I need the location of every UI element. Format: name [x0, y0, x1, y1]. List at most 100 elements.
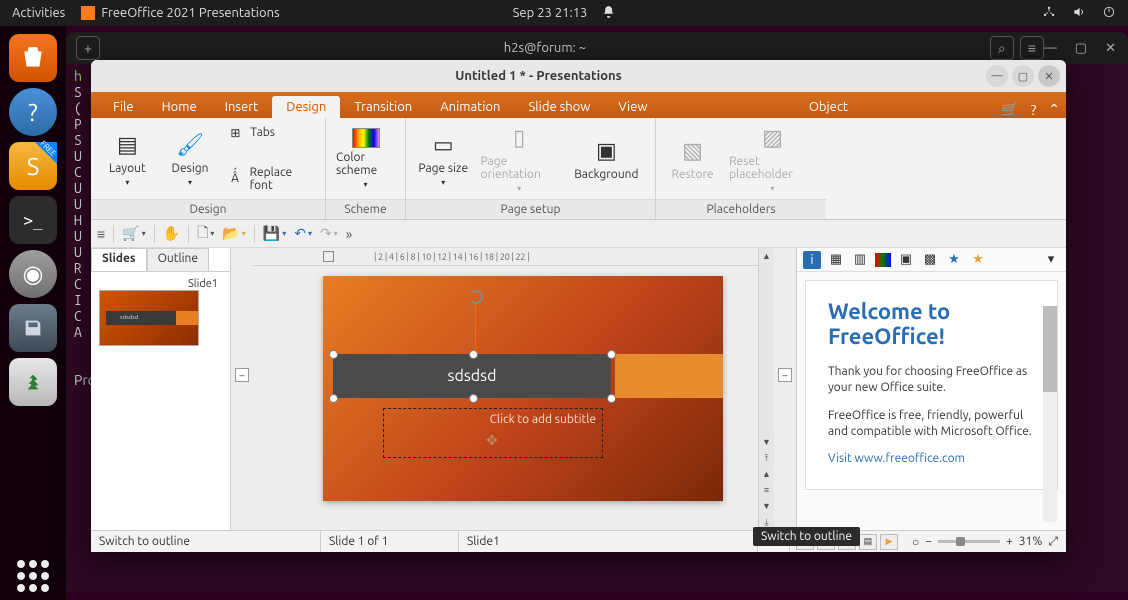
zoom-fit-icon[interactable]: ○: [912, 535, 919, 549]
tab-transition[interactable]: Transition: [340, 96, 426, 118]
dock-save[interactable]: [9, 304, 57, 352]
selection-handle[interactable]: [469, 350, 478, 359]
rotate-handle[interactable]: [469, 290, 483, 304]
dock-presentations[interactable]: SFREE: [9, 142, 57, 190]
scroll-up-icon[interactable]: ▲: [759, 248, 774, 264]
qat-open-icon[interactable]: 📂▾: [222, 225, 245, 242]
media-tab-icon[interactable]: ▣: [897, 251, 915, 269]
tab-animation[interactable]: Animation: [426, 96, 514, 118]
qat-cart-icon[interactable]: 🛒▾: [122, 225, 145, 242]
layout-tab-icon[interactable]: ▥: [851, 251, 869, 269]
editor-gutter-left: –: [231, 248, 253, 530]
color-scheme-button[interactable]: Color scheme▾: [336, 128, 395, 189]
reset-placeholder-button[interactable]: ▨Reset placeholder▾: [729, 124, 816, 193]
star-blue-icon[interactable]: ★: [945, 251, 963, 269]
terminal-close[interactable]: ✕: [1105, 41, 1116, 56]
terminal-maximize[interactable]: ▢: [1075, 41, 1087, 56]
design-button[interactable]: 🖌Design▾: [164, 131, 217, 187]
tab-insert[interactable]: Insert: [211, 96, 273, 118]
star-gold-icon[interactable]: ★: [969, 251, 987, 269]
qat-align-icon[interactable]: ≡: [97, 226, 105, 242]
view-notes-icon[interactable]: ▤: [859, 534, 877, 550]
window-close[interactable]: ✕: [1038, 65, 1060, 87]
selection-handle[interactable]: [607, 394, 616, 403]
zoom-out-icon[interactable]: −: [925, 535, 932, 548]
notification-bell-icon[interactable]: [601, 5, 615, 22]
info-tab-icon[interactable]: i: [803, 251, 821, 269]
selection-handle[interactable]: [329, 350, 338, 359]
collapse-panel-toggle[interactable]: –: [235, 368, 249, 382]
vertical-scrollbar[interactable]: ▲ ▼ ⤒ ▲ ≡ ▼ ⤓: [758, 248, 774, 530]
page-up-icon[interactable]: ▲: [759, 466, 774, 482]
tab-file[interactable]: File: [99, 96, 148, 118]
cart-icon[interactable]: 🛒: [995, 101, 1024, 118]
qat-save-icon[interactable]: 💾▾: [263, 225, 286, 242]
window-minimize[interactable]: —: [986, 65, 1008, 87]
selection-handle[interactable]: [469, 394, 478, 403]
qat-overflow-icon[interactable]: »: [346, 226, 353, 242]
app-indicator[interactable]: FreeOffice 2021 Presentations: [81, 6, 279, 20]
qat-redo-icon[interactable]: ↷▾: [320, 225, 338, 242]
tabs-button[interactable]: ⊞Tabs: [226, 124, 315, 142]
clock[interactable]: Sep 23 21:13: [513, 6, 588, 20]
zoom-in-icon[interactable]: +: [1006, 535, 1013, 548]
qat-new-icon[interactable]: 🗋▾: [197, 222, 214, 246]
qat-pan-icon[interactable]: ✋: [163, 225, 180, 242]
qat-undo-icon[interactable]: ↶▾: [294, 225, 312, 242]
tab-object[interactable]: Object: [795, 96, 862, 118]
color-tab-icon[interactable]: [875, 253, 891, 267]
status-switch-outline[interactable]: Switch to outline: [91, 531, 321, 552]
tab-design[interactable]: Design: [272, 96, 340, 118]
page-down-icon[interactable]: ▼: [759, 498, 774, 514]
activities-button[interactable]: Activities: [12, 6, 65, 20]
power-icon[interactable]: [1102, 5, 1116, 22]
prev-slide-icon[interactable]: ⤒: [759, 450, 774, 466]
page-orientation-button[interactable]: ▯Page orientation▾: [480, 124, 557, 193]
nav-menu-icon[interactable]: ≡: [759, 482, 774, 498]
welcome-heading: Welcome to FreeOffice!: [828, 299, 1035, 350]
terminal-menu[interactable]: ≡: [1020, 36, 1044, 60]
slide[interactable]: sdsdsd Click to add subtitle ✥: [323, 276, 723, 501]
window-maximize[interactable]: ▢: [1012, 65, 1034, 87]
dock-software-center[interactable]: [9, 34, 57, 82]
view-tab-slides[interactable]: Slides: [91, 248, 147, 271]
volume-icon[interactable]: [1072, 5, 1086, 22]
collapse-ribbon-icon[interactable]: ⌃: [1042, 101, 1066, 118]
zoom-value[interactable]: 31%: [1019, 535, 1043, 548]
dock-show-apps[interactable]: [9, 552, 57, 600]
terminal-new-tab[interactable]: +: [76, 36, 100, 60]
horizontal-ruler[interactable]: | 2 | 4 | 6 | 8 | 10 | 12 | 14 | 16 | 18…: [253, 248, 758, 266]
tab-view[interactable]: View: [604, 96, 661, 118]
animation-tab-icon[interactable]: ▩: [921, 251, 939, 269]
terminal-minimize[interactable]: —: [1044, 41, 1057, 56]
zoom-slider[interactable]: [938, 540, 1000, 543]
scroll-down-icon[interactable]: ▼: [759, 434, 774, 450]
terminal-search[interactable]: ⌕: [990, 36, 1014, 60]
help-icon[interactable]: ?: [1025, 102, 1042, 118]
tab-home[interactable]: Home: [148, 96, 211, 118]
side-menu-icon[interactable]: ▾: [1042, 251, 1060, 269]
view-tab-outline[interactable]: Outline: [147, 248, 209, 271]
page-size-button[interactable]: ▭Page size▾: [416, 131, 470, 187]
restore-button[interactable]: ▧Restore: [666, 137, 719, 181]
layout-button[interactable]: ▤Layout▾: [101, 131, 154, 187]
slide-thumbnail[interactable]: sdsdsd: [99, 290, 199, 346]
slide-canvas[interactable]: sdsdsd Click to add subtitle ✥: [253, 266, 758, 530]
side-panel-scrollbar[interactable]: [1043, 306, 1057, 522]
view-present-icon[interactable]: ▶: [880, 534, 898, 550]
selection-handle[interactable]: [329, 394, 338, 403]
collapse-sidepanel-toggle[interactable]: –: [778, 368, 792, 382]
replace-font-button[interactable]: ẤReplace font: [226, 164, 315, 194]
network-icon[interactable]: [1042, 5, 1056, 22]
dock-terminal[interactable]: >_: [9, 196, 57, 244]
dock-trash[interactable]: [9, 358, 57, 406]
background-button[interactable]: ▣Background: [568, 137, 645, 181]
dock-help[interactable]: ?: [9, 88, 57, 136]
welcome-link[interactable]: Visit www.freeoffice.com: [828, 452, 965, 465]
properties-tab-icon[interactable]: ▦: [827, 251, 845, 269]
dock-disc[interactable]: ◉: [9, 250, 57, 298]
tab-slideshow[interactable]: Slide show: [514, 96, 604, 118]
selection-handle[interactable]: [607, 350, 616, 359]
title-textbox[interactable]: sdsdsd: [333, 354, 611, 398]
zoom-expand-icon[interactable]: ⤢: [1048, 535, 1058, 549]
